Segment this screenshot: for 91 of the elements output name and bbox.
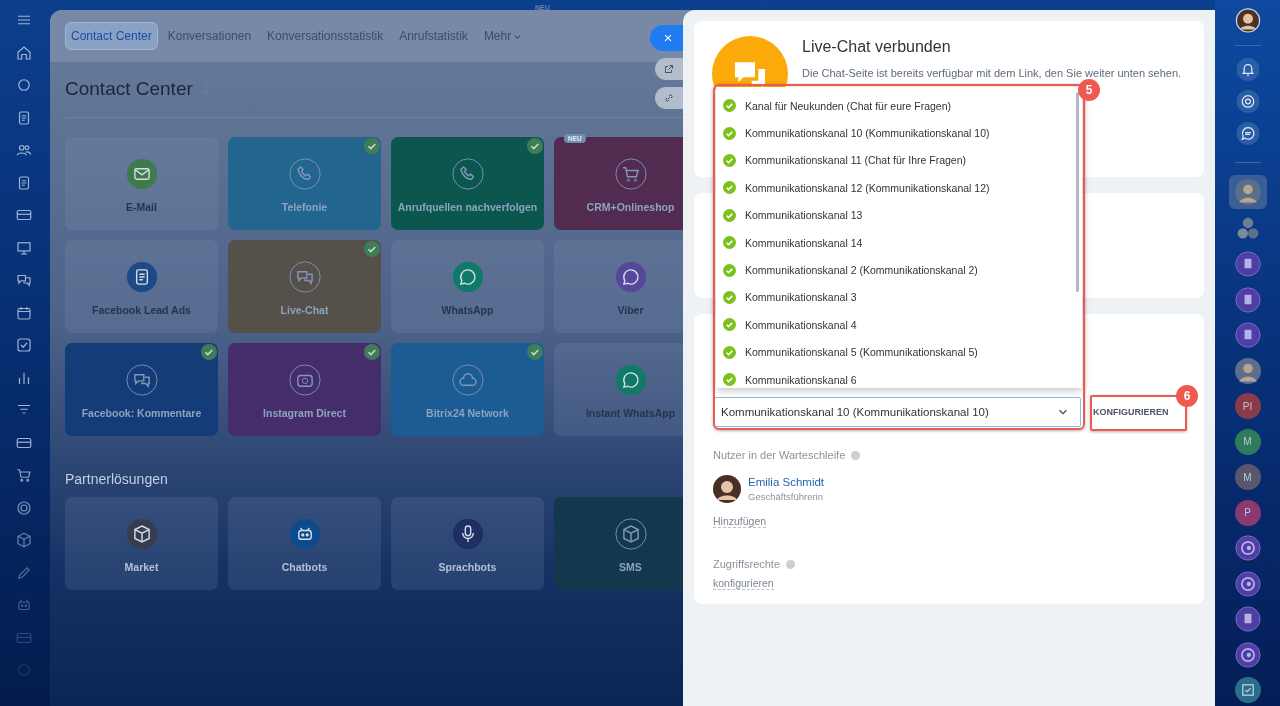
avatar-icon[interactable] [1234,8,1261,33]
channel-option[interactable]: Kommunikationskanal 13 [716,201,1075,229]
chat-contact[interactable] [1228,174,1267,209]
channel-option[interactable]: Kanal für Neukunden (Chat für eure Fragen) [716,92,1075,120]
tile-label: Bitrix24 Network [426,407,509,419]
contact-card-icon [1234,322,1261,349]
channel-tile[interactable]: Sprachbots [391,497,544,590]
channel-tile[interactable]: Chatbots [228,497,381,590]
channel-tile[interactable]: Facebook Lead Ads [65,240,218,333]
task-icon [1234,677,1261,704]
chat-contact[interactable]: PI [1228,390,1267,422]
channel-option[interactable]: Kommunikationskanal 5 (Kommunikationskanal 5) [716,338,1075,366]
tile-label: Market [124,561,159,573]
tile-label: WhatsApp [441,304,494,316]
tile-label: Facebook Lead Ads [92,304,191,316]
page-title: Contact Center [65,78,193,100]
camera-icon [288,364,321,396]
tile-label: Telefonie [281,201,328,213]
channel-tile[interactable]: Anrufquellen nachverfolgen [391,137,544,230]
channel-option[interactable]: Kommunikationskanal 6 [716,365,1075,388]
nav-tab[interactable]: Konversationen [161,22,258,50]
chat-icon [288,261,321,293]
contact-card-icon [1234,251,1261,278]
section-heading: Partnerlösungen [65,471,169,487]
phone-icon [451,158,484,190]
channel-tile[interactable]: WhatsApp [391,240,544,333]
chat-icon [125,364,158,396]
channel-option[interactable]: Kommunikationskanal 3 [716,283,1075,312]
initials-avatar: PI [1234,393,1261,420]
external-link-icon [663,63,675,75]
scrollbar[interactable] [1076,92,1079,292]
person-icon [1234,178,1261,205]
channel-option[interactable]: Kommunikationskanal 4 [716,311,1075,339]
queue-label: Nutzer in der Warteschleife [713,449,846,461]
nav-tab[interactable]: Contact Center [65,22,158,50]
channel-tile[interactable]: Telefonie [228,137,381,230]
channel-tile[interactable]: Live-Chat [228,240,381,333]
access-label: Zugriffsrechte [713,558,781,570]
check-icon[interactable] [15,336,33,354]
tile-label: Instant WhatsApp [585,407,676,419]
cloud-icon [451,364,484,396]
nav-tab[interactable]: Mehr [477,22,529,50]
channel-tile[interactable]: Bitrix24 Network [391,343,544,436]
tile-label: Sprachbots [438,561,497,573]
tile-label: CRM+Onlineshop [586,201,675,213]
chat-icon[interactable] [1235,121,1260,145]
chat-contact[interactable]: P [1228,497,1267,529]
user-role: Geschäftsführerin [748,491,824,502]
status-title: Live-Chat verbunden [802,38,952,56]
cart-icon [614,158,647,190]
tile-label: Anrufquellen nachverfolgen [397,201,538,213]
tile-label: Instagram Direct [263,407,346,419]
cube-icon [614,518,647,550]
circle-icon[interactable] [15,76,33,94]
channel-tile[interactable]: Instagram Direct [228,343,381,436]
chat-contact[interactable]: M [1228,461,1267,493]
channel-select[interactable]: Kommunikationskanal 10 (Kommunikationskanal 10) [713,397,1081,427]
channel-tile[interactable]: E-Mail [65,137,218,230]
configure-access-link[interactable]: konfigurieren [713,577,774,590]
initials-avatar: P [1234,499,1261,526]
tile-label: Chatbots [281,561,328,573]
cart-icon[interactable] [15,466,33,484]
status-description: Die Chat-Seite ist bereits verfügbar mit dem Link, den Sie weiter unten sehen. [802,66,1183,81]
channel-option[interactable]: Kommunikationskanal 12 (Kommunikationskanal 12) [716,174,1075,202]
avatar-icon [713,475,741,503]
channel-option[interactable]: Kommunikationskanal 10 (Kommunikationskanal 10) [716,119,1075,147]
user-name-link[interactable]: Emilia Schmidt [748,476,825,488]
tile-label: Viber [617,304,644,316]
contact-card-icon [1234,606,1261,633]
phone-icon [288,158,321,190]
channel-tile[interactable]: Facebook: Kommentare [65,343,218,436]
initials-avatar: M [1234,464,1261,491]
link-icon [663,92,675,104]
add-user-link[interactable]: Hinzufügen [713,515,767,528]
initials-avatar: M [1234,428,1261,455]
cube-icon[interactable] [15,531,33,549]
nav-tab[interactable]: Konversationsstatistik [261,22,390,50]
chat-contact[interactable]: M [1228,425,1267,458]
tile-label: SMS [619,561,642,573]
contact-card-icon [1234,286,1261,313]
bell-icon[interactable] [1235,57,1260,81]
nav-tab[interactable]: Anrufstatistik [393,22,474,50]
channel-option[interactable]: Kommunikationskanal 11 (Chat für Ihre Fragen) [716,146,1075,175]
target-icon[interactable] [15,498,33,517]
person-icon [1234,357,1261,384]
tile-label: Live-Chat [280,304,329,316]
tile-label: Facebook: Kommentare [81,407,202,419]
channel-option[interactable]: Kommunikationskanal 2 (Kommunikationskanal 2) [716,256,1075,284]
channel-tile[interactable]: Market [65,497,218,590]
channel-option[interactable]: Kommunikationskanal 14 [716,228,1075,257]
tile-label: E-Mail [126,201,157,213]
